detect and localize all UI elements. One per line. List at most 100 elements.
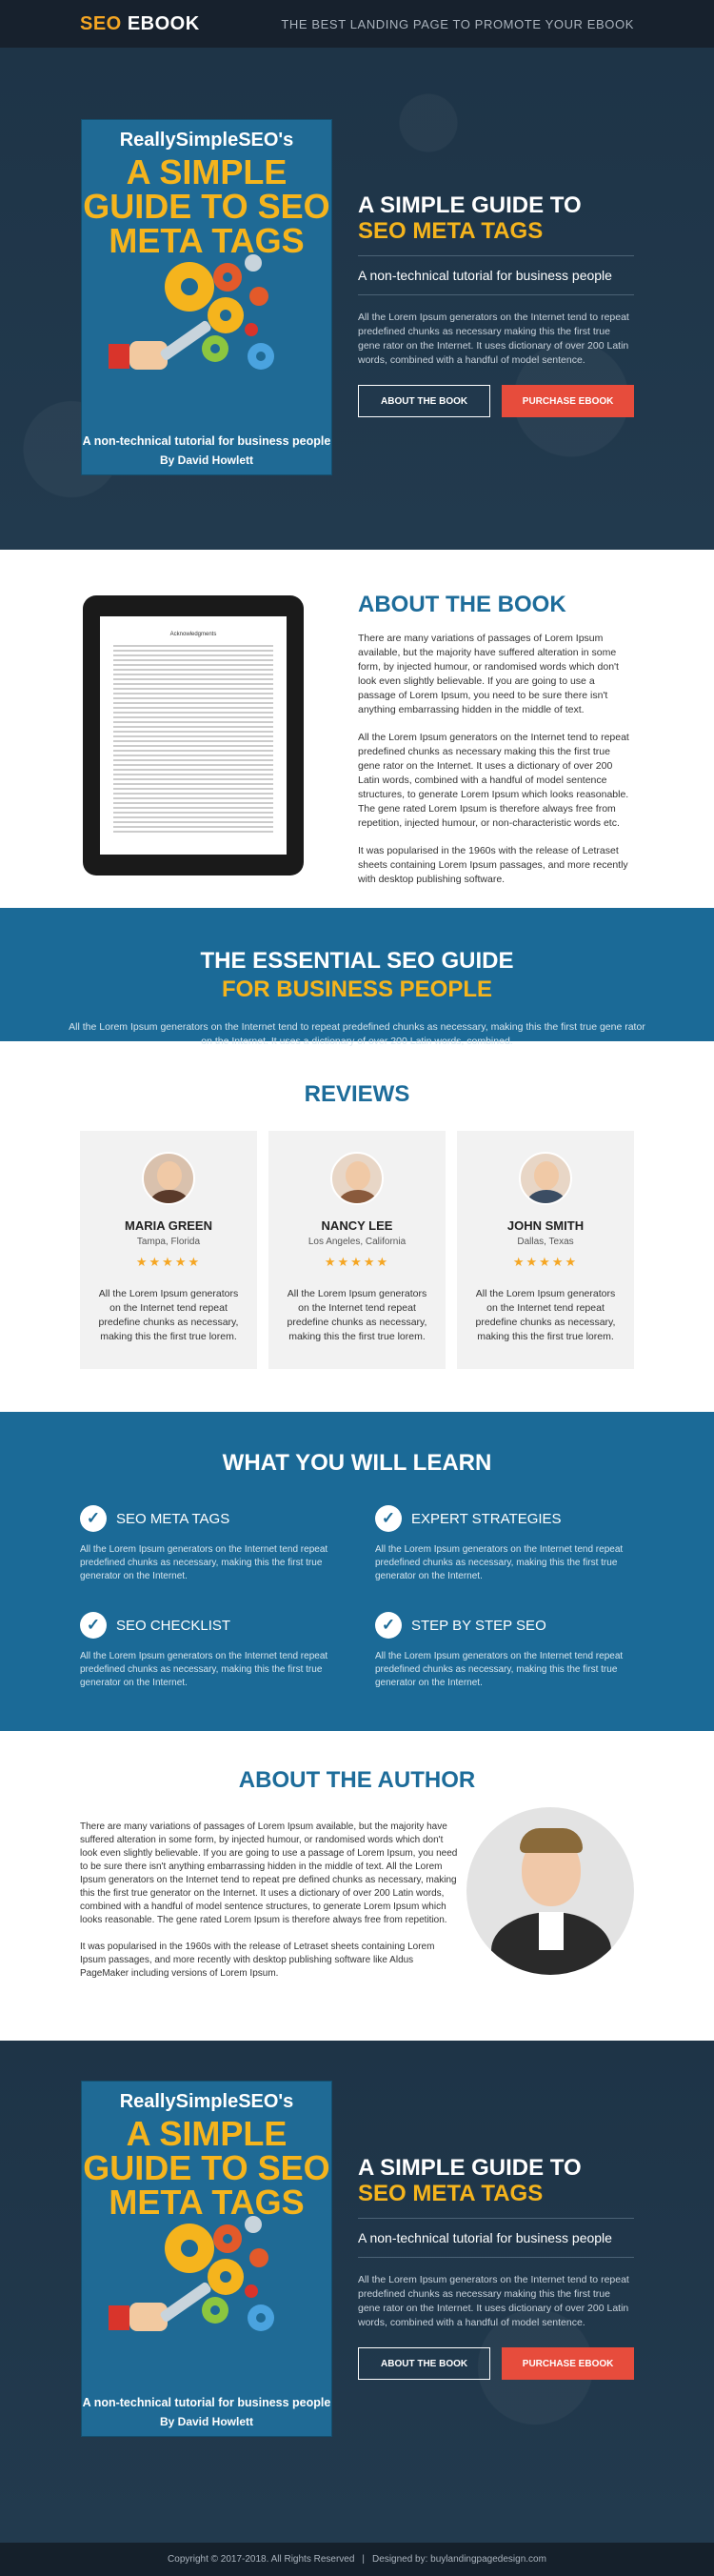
book-brand: ReallySimpleSEO's	[119, 130, 294, 151]
divider	[358, 294, 634, 295]
purchase-ebook-button[interactable]: PURCHASE EBOOK	[502, 2347, 634, 2380]
reviewer-name: JOHN SMITH	[506, 1218, 585, 1233]
about-book-section: Acknowledgments ABOUT THE BOOK There are…	[0, 550, 714, 908]
reviews-section: REVIEWS MARIA GREEN Tampa, Florida ★★★★★…	[0, 1041, 714, 1412]
learn-item: ✓ STEP BY STEP SEO All the Lorem Ipsum ge…	[375, 1612, 634, 1690]
cta-title-highlight: SEO META TAGS	[358, 2181, 544, 2206]
hero-body: All the Lorem Ipsum generators on the In…	[358, 312, 629, 366]
essential-guide-band: THE ESSENTIAL SEO GUIDE FOR BUSINESS PEO…	[0, 908, 714, 1047]
learn-item: ✓ SEO META TAGS All the Lorem Ipsum gener…	[80, 1505, 339, 1583]
purchase-ebook-button[interactable]: PURCHASE EBOOK	[502, 385, 634, 417]
learn-section: WHAT YOU WILL LEARN ✓ SEO META TAGS All t…	[0, 1412, 714, 1731]
author-p2: It was popularised in the 1960s with the…	[80, 1942, 435, 1979]
book-subtitle: A non-technical tutorial for business pe…	[82, 2396, 331, 2409]
check-icon: ✓	[375, 1612, 402, 1639]
about-book-button[interactable]: ABOUT THE BOOK	[358, 385, 491, 417]
about-book-title: ABOUT THE BOOK	[358, 592, 566, 617]
hero-subtitle: A non-technical tutorial for business pe…	[358, 268, 612, 283]
tablet-screen: Acknowledgments	[100, 616, 287, 855]
book-cover: ReallySimpleSEO's A SIMPLE GUIDE TO SEO ME…	[81, 119, 332, 475]
reviewer-name: MARIA GREEN	[125, 1218, 212, 1233]
book-author: By David Howlett	[159, 2415, 253, 2428]
designed-by-link[interactable]: Designed by: buylandingpagedesign.com	[372, 2554, 546, 2565]
logo-ebook: EBOOK	[127, 12, 200, 34]
learn-item: ✓ SEO CHECKLIST All the Lorem Ipsum gener…	[80, 1612, 339, 1690]
cta-text: A SIMPLE GUIDE TO SEO META TAGS A non-te…	[358, 2155, 634, 2380]
author-p1: There are many variations of passages of…	[80, 1821, 458, 1925]
learn-item-text: All the Lorem Ipsum generators on the In…	[375, 1651, 624, 1688]
learn-item-title: STEP BY STEP SEO	[411, 1617, 546, 1634]
logo-seo: SEO	[80, 12, 122, 34]
logo[interactable]: SEO EBOOK	[80, 13, 200, 35]
learn-item-text: All the Lorem Ipsum generators on the In…	[375, 1544, 624, 1581]
about-book-button[interactable]: ABOUT THE BOOK	[358, 2347, 491, 2380]
review-card: NANCY LEE Los Angeles, California ★★★★★ …	[268, 1131, 446, 1369]
gears-illustration	[109, 2216, 274, 2331]
learn-item-text: All the Lorem Ipsum generators on the In…	[80, 1651, 328, 1688]
cta-buttons: ABOUT THE BOOK PURCHASE EBOOK	[358, 2347, 634, 2380]
cta-body: All the Lorem Ipsum generators on the In…	[358, 2274, 629, 2328]
footer: Copyright © 2017-2018. All Rights Reserv…	[0, 2543, 714, 2576]
reviews-title: REVIEWS	[304, 1081, 410, 1107]
tablet-screen-title: Acknowledgments	[169, 632, 217, 637]
learn-item: ✓ EXPERT STRATEGIES All the Lorem Ipsum g…	[375, 1505, 634, 1583]
learn-item-title: SEO CHECKLIST	[116, 1617, 231, 1634]
book-cover: ReallySimpleSEO's A SIMPLE GUIDE TO SEO ME…	[81, 2081, 332, 2437]
star-rating-icon: ★★★★★	[135, 1255, 202, 1269]
footer-separator: |	[362, 2554, 366, 2565]
book-title: A SIMPLE GUIDE TO SEO META TAGS	[83, 2114, 330, 2222]
hero-section: ReallySimpleSEO's A SIMPLE GUIDE TO SEO ME…	[0, 48, 714, 550]
hero-buttons: ABOUT THE BOOK PURCHASE EBOOK	[358, 385, 634, 417]
author-photo	[466, 1807, 634, 1975]
review-card: JOHN SMITH Dallas, Texas ★★★★★ All the L…	[457, 1131, 634, 1369]
band-title: THE ESSENTIAL SEO GUIDE	[200, 948, 514, 974]
cta-subtitle: A non-technical tutorial for business pe…	[358, 2230, 612, 2245]
review-cards: MARIA GREEN Tampa, Florida ★★★★★ All the…	[0, 1131, 714, 1369]
learn-item-text: All the Lorem Ipsum generators on the In…	[80, 1544, 328, 1581]
check-icon: ✓	[375, 1505, 402, 1532]
check-icon: ✓	[80, 1612, 107, 1639]
page: SEO EBOOK THE BEST LANDING PAGE TO PROMO…	[0, 0, 714, 2576]
learn-grid: ✓ SEO META TAGS All the Lorem Ipsum gener…	[80, 1505, 634, 1690]
hero-title: A SIMPLE GUIDE TO	[358, 192, 582, 218]
learn-item-title: EXPERT STRATEGIES	[411, 1510, 562, 1527]
hero-text: A SIMPLE GUIDE TO SEO META TAGS A non-te…	[358, 192, 634, 417]
reviewer-name: NANCY LEE	[321, 1218, 393, 1233]
about-author-section: ABOUT THE AUTHOR There are many variatio…	[0, 1731, 714, 2041]
star-rating-icon: ★★★★★	[512, 1255, 579, 1269]
avatar	[330, 1152, 384, 1205]
review-card: MARIA GREEN Tampa, Florida ★★★★★ All the…	[80, 1131, 257, 1369]
book-author: By David Howlett	[159, 453, 253, 467]
divider	[358, 255, 634, 256]
book-subtitle: A non-technical tutorial for business pe…	[82, 434, 331, 448]
divider	[358, 2257, 634, 2258]
review-text: All the Lorem Ipsum generators on the In…	[98, 1288, 239, 1342]
copyright: Copyright © 2017-2018. All Rights Reserv…	[168, 2554, 355, 2565]
learn-title: WHAT YOU WILL LEARN	[222, 1450, 492, 1476]
avatar	[519, 1152, 572, 1205]
star-rating-icon: ★★★★★	[324, 1255, 390, 1269]
learn-item-title: SEO META TAGS	[116, 1510, 230, 1527]
band-title-highlight: FOR BUSINESS PEOPLE	[221, 976, 493, 1002]
author-text: There are many variations of passages of…	[80, 1807, 461, 1981]
divider	[358, 2218, 634, 2219]
check-icon: ✓	[80, 1505, 107, 1532]
cta-title: A SIMPLE GUIDE TO	[358, 2155, 582, 2181]
about-author-title: ABOUT THE AUTHOR	[238, 1767, 476, 1793]
gears-illustration	[109, 254, 274, 370]
about-book-p2: All the Lorem Ipsum generators on the In…	[358, 732, 629, 829]
review-text: All the Lorem Ipsum generators on the In…	[475, 1288, 616, 1342]
avatar	[142, 1152, 195, 1205]
cta-section: ReallySimpleSEO's A SIMPLE GUIDE TO SEO ME…	[0, 2041, 714, 2543]
book-brand: ReallySimpleSEO's	[119, 2091, 294, 2112]
book-title: A SIMPLE GUIDE TO SEO META TAGS	[83, 152, 330, 260]
review-text: All the Lorem Ipsum generators on the In…	[287, 1288, 427, 1342]
about-book-p3: It was popularised in the 1960s with the…	[358, 845, 628, 885]
nav-tagline: THE BEST LANDING PAGE TO PROMOTE YOUR EB…	[281, 16, 634, 31]
about-book-text: ABOUT THE BOOK There are many variations…	[358, 592, 634, 887]
hero-title-highlight: SEO META TAGS	[358, 218, 544, 244]
tablet-image: Acknowledgments	[83, 595, 304, 875]
reviewer-location: Los Angeles, California	[307, 1237, 407, 1247]
reviewer-location: Dallas, Texas	[517, 1237, 574, 1247]
reviewer-location: Tampa, Florida	[136, 1237, 201, 1247]
